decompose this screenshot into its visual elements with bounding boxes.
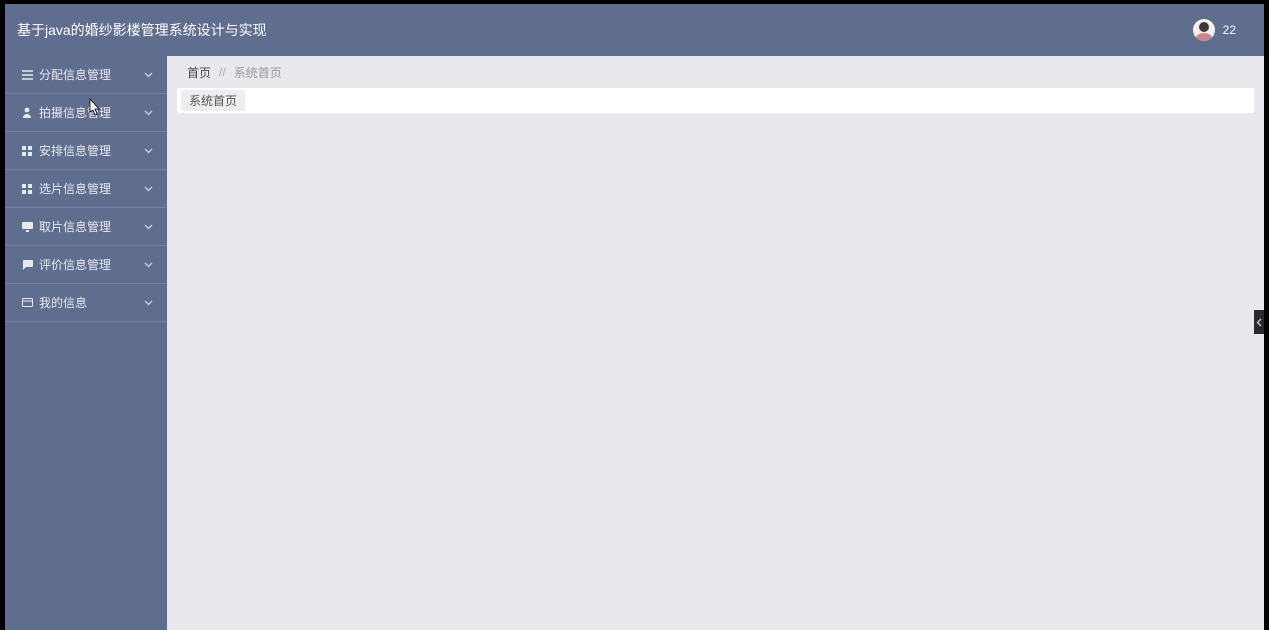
sidebar-item-pickup[interactable]: 取片信息管理 [5, 208, 167, 246]
sidebar-item-label: 分配信息管理 [39, 66, 111, 83]
chevron-down-icon [143, 70, 153, 80]
grid-icon [21, 183, 33, 195]
sidebar: 分配信息管理 拍摄信息管理 [5, 56, 167, 630]
collapse-handle[interactable] [1254, 310, 1264, 334]
sidebar-item-label: 我的信息 [39, 294, 87, 311]
sidebar-item-label: 取片信息管理 [39, 218, 111, 235]
sidebar-item-arrangement[interactable]: 安排信息管理 [5, 132, 167, 170]
app-title: 基于java的婚纱影楼管理系统设计与实现 [17, 20, 267, 40]
chevron-down-icon [143, 298, 153, 308]
sidebar-item-shooting[interactable]: 拍摄信息管理 [5, 94, 167, 132]
app-header: 基于java的婚纱影楼管理系统设计与实现 22 [5, 4, 1264, 56]
breadcrumb-current: 系统首页 [234, 64, 282, 81]
monitor-icon [21, 221, 33, 233]
comment-icon [21, 259, 33, 271]
tab-system-home[interactable]: 系统首页 [181, 90, 245, 111]
chevron-down-icon [143, 184, 153, 194]
sidebar-item-label: 安排信息管理 [39, 142, 111, 159]
breadcrumb-separator: // [219, 65, 226, 79]
chevron-down-icon [143, 260, 153, 270]
sidebar-item-myinfo[interactable]: 我的信息 [5, 284, 167, 322]
chevron-left-icon [1256, 318, 1262, 327]
avatar [1193, 19, 1215, 41]
card-icon [21, 297, 33, 309]
breadcrumb-home[interactable]: 首页 [187, 64, 211, 81]
sidebar-item-review[interactable]: 评价信息管理 [5, 246, 167, 284]
sidebar-item-label: 选片信息管理 [39, 180, 111, 197]
breadcrumb: 首页 // 系统首页 [177, 56, 1254, 88]
tab-bar: 系统首页 [177, 88, 1254, 113]
header-user[interactable]: 22 [1193, 19, 1236, 41]
list-icon [21, 69, 33, 81]
user-icon [21, 107, 33, 119]
sidebar-item-distribution[interactable]: 分配信息管理 [5, 56, 167, 94]
chevron-down-icon [143, 146, 153, 156]
user-badge: 22 [1223, 23, 1236, 37]
grid-icon [21, 145, 33, 157]
sidebar-item-selection[interactable]: 选片信息管理 [5, 170, 167, 208]
chevron-down-icon [143, 222, 153, 232]
sidebar-item-label: 拍摄信息管理 [39, 104, 111, 121]
sidebar-item-label: 评价信息管理 [39, 256, 111, 273]
chevron-down-icon [143, 108, 153, 118]
content-area: 首页 // 系统首页 系统首页 [167, 56, 1264, 630]
